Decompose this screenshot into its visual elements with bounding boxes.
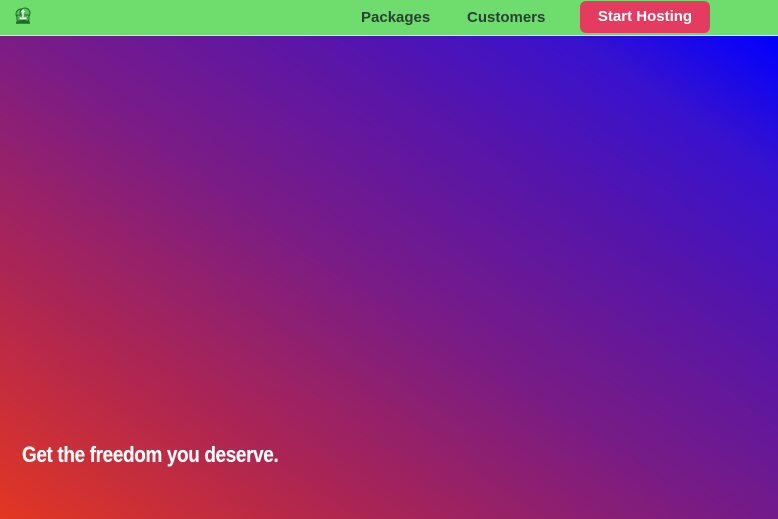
top-navigation-bar: Packages Customers Start Hosting <box>0 0 778 36</box>
landing-page: Packages Customers Start Hosting Get the… <box>0 0 778 519</box>
hero-section: Get the freedom you deserve. <box>0 36 778 519</box>
nav-link-packages[interactable]: Packages <box>361 9 430 27</box>
hero-tagline: Get the freedom you deserve. <box>22 442 279 467</box>
cloud-server-logo-icon[interactable] <box>13 6 33 26</box>
start-hosting-button[interactable]: Start Hosting <box>580 1 710 33</box>
nav-link-customers[interactable]: Customers <box>467 9 545 27</box>
